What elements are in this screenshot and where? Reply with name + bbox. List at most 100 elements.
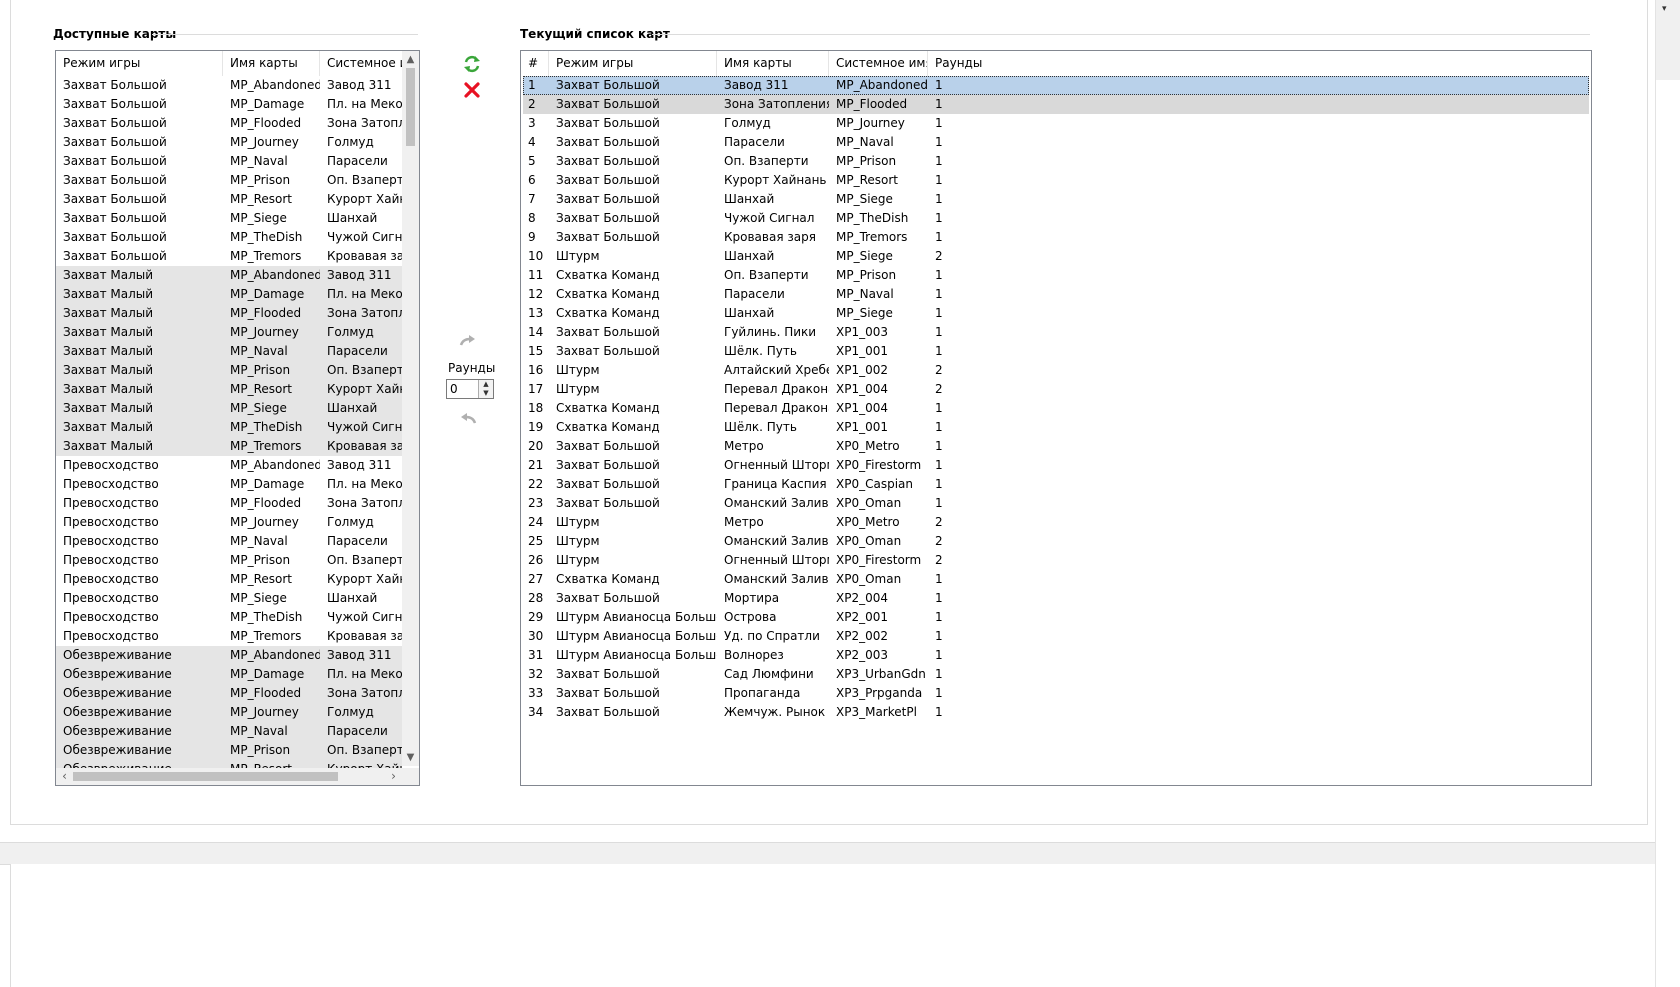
outer-scrollbar[interactable]: ▾	[1655, 0, 1680, 987]
table-row[interactable]: Захват Малый MP_TheDish Чужой Сигнал	[56, 418, 402, 437]
table-row[interactable]: Обезвреживание MP_Abandoned Завод 311	[56, 646, 402, 665]
table-row[interactable]: 29 Штурм Авианосца Большой Острова XP2_001 1	[523, 608, 1589, 627]
table-row[interactable]: 11 Схватка Команд Оп. Взаперти MP_Prison 1	[523, 266, 1589, 285]
table-row[interactable]: 27 Схватка Команд Оманский Залив XP0_Oman 1	[523, 570, 1589, 589]
table-row[interactable]: Захват Малый MP_Journey Голмуд	[56, 323, 402, 342]
table-row[interactable]: Превосходство MP_Flooded Зона Затопления	[56, 494, 402, 513]
table-row[interactable]: Захват Малый MP_Flooded Зона Затопления	[56, 304, 402, 323]
spin-down-icon[interactable]: ▼	[479, 389, 493, 398]
available-maps-horizontal-scrollbar[interactable]: ‹ ›	[56, 768, 402, 785]
column-header-index[interactable]: #	[521, 51, 549, 76]
table-row[interactable]: Захват Малый MP_Abandoned Завод 311	[56, 266, 402, 285]
table-row[interactable]: Обезвреживание MP_Flooded Зона Затопления	[56, 684, 402, 703]
table-row[interactable]: 30 Штурм Авианосца Большой Уд. по Спратли X…	[523, 627, 1589, 646]
column-header-game-mode[interactable]: Режим игры	[549, 51, 717, 76]
scroll-down-icon[interactable]: ▼	[402, 749, 419, 766]
table-row[interactable]: 26 Штурм Огненный Шторм XP0_Firestorm 2	[523, 551, 1589, 570]
table-row[interactable]: Превосходство MP_Tremors Кровавая заря	[56, 627, 402, 646]
table-row[interactable]: 10 Штурм Шанхай MP_Siege 2	[523, 247, 1589, 266]
table-row[interactable]: 12 Схватка Команд Парасели MP_Naval 1	[523, 285, 1589, 304]
table-row[interactable]: Захват Малый MP_Tremors Кровавая заря	[56, 437, 402, 456]
table-row[interactable]: 2 Захват Большой Зона Затопления MP_Flooded…	[523, 95, 1589, 114]
table-row[interactable]: Обезвреживание MP_Journey Голмуд	[56, 703, 402, 722]
table-row[interactable]: Превосходство MP_Naval Парасели	[56, 532, 402, 551]
table-row[interactable]: Превосходство MP_Damage Пл. на Меконге	[56, 475, 402, 494]
table-row[interactable]: 23 Захват Большой Оманский Залив XP0_Oman 1	[523, 494, 1589, 513]
column-header-map-name[interactable]: Имя карты	[223, 51, 320, 76]
table-row[interactable]: Захват Малый MP_Damage Пл. на Меконге	[56, 285, 402, 304]
available-maps-vertical-scrollbar[interactable]: ▲ ▼	[402, 51, 419, 766]
table-row[interactable]: 18 Схватка Команд Перевал Дракона XP1_004 1	[523, 399, 1589, 418]
table-row[interactable]: Захват Большой MP_Resort Курорт Хайнань	[56, 190, 402, 209]
table-row[interactable]: Захват Большой MP_Siege Шанхай	[56, 209, 402, 228]
table-row[interactable]: 17 Штурм Перевал Дракона XP1_004 2	[523, 380, 1589, 399]
table-row[interactable]: 20 Захват Большой Метро XP0_Metro 1	[523, 437, 1589, 456]
current-maps-list[interactable]: # Режим игры Имя карты Системное имя Рау…	[520, 50, 1592, 786]
table-row[interactable]: Захват Большой MP_Tremors Кровавая заря	[56, 247, 402, 266]
table-row[interactable]: 4 Захват Большой Парасели MP_Naval 1	[523, 133, 1589, 152]
chevron-down-icon[interactable]: ▾	[1662, 4, 1667, 14]
table-row[interactable]: Захват Малый MP_Siege Шанхай	[56, 399, 402, 418]
table-row[interactable]: 21 Захват Большой Огненный Шторм XP0_Firest…	[523, 456, 1589, 475]
delete-button[interactable]	[460, 82, 484, 104]
table-row[interactable]: Превосходство MP_TheDish Чужой Сигнал	[56, 608, 402, 627]
table-row[interactable]: 24 Штурм Метро XP0_Metro 2	[523, 513, 1589, 532]
table-row[interactable]: Захват Большой MP_Damage Пл. на Меконге	[56, 95, 402, 114]
table-row[interactable]: Превосходство MP_Resort Курорт Хайнань	[56, 570, 402, 589]
outer-scroll-thumb[interactable]	[1656, 0, 1680, 80]
table-row[interactable]: 34 Захват Большой Жемчуж. Рынок XP3_MarketP…	[523, 703, 1589, 722]
spin-up-icon[interactable]: ▲	[479, 380, 493, 389]
table-row[interactable]: Захват Малый MP_Resort Курорт Хайнань	[56, 380, 402, 399]
column-header-map-name[interactable]: Имя карты	[717, 51, 829, 76]
table-row[interactable]: 1 Захват Большой Завод 311 MP_Abandoned 1	[523, 76, 1589, 95]
table-row[interactable]: 8 Захват Большой Чужой Сигнал MP_TheDish 1	[523, 209, 1589, 228]
table-row[interactable]: Обезвреживание MP_Prison Оп. Взаперти	[56, 741, 402, 760]
table-row[interactable]: Захват Большой MP_Journey Голмуд	[56, 133, 402, 152]
rounds-value[interactable]: 0	[450, 380, 458, 398]
table-row[interactable]: Захват Большой MP_Abandoned Завод 311	[56, 76, 402, 95]
table-row[interactable]: 7 Захват Большой Шанхай MP_Siege 1	[523, 190, 1589, 209]
table-row[interactable]: Захват Большой MP_TheDish Чужой Сигнал	[56, 228, 402, 247]
remove-from-list-button[interactable]	[456, 411, 480, 433]
table-row[interactable]: 5 Захват Большой Оп. Взаперти MP_Prison 1	[523, 152, 1589, 171]
table-row[interactable]: 9 Захват Большой Кровавая заря MP_Tremors 1	[523, 228, 1589, 247]
cell-map-name: MP_Flooded	[230, 116, 302, 130]
available-maps-list[interactable]: Режим игры Имя карты Системное им Захват…	[55, 50, 420, 786]
table-row[interactable]: 3 Захват Большой Голмуд MP_Journey 1	[523, 114, 1589, 133]
table-row[interactable]: Обезвреживание MP_Naval Парасели	[56, 722, 402, 741]
table-row[interactable]: 22 Захват Большой Граница Каспия XP0_Caspia…	[523, 475, 1589, 494]
table-row[interactable]: Превосходство MP_Journey Голмуд	[56, 513, 402, 532]
table-row[interactable]: 19 Схватка Команд Шёлк. Путь XP1_001 1	[523, 418, 1589, 437]
table-row[interactable]: Захват Большой MP_Flooded Зона Затопления	[56, 114, 402, 133]
scroll-left-icon[interactable]: ‹	[56, 768, 73, 785]
column-header-system-name[interactable]: Системное им	[320, 51, 402, 76]
table-row[interactable]: Захват Большой MP_Naval Парасели	[56, 152, 402, 171]
table-row[interactable]: 33 Захват Большой Пропаганда XP3_Prpganda 1	[523, 684, 1589, 703]
table-row[interactable]: 14 Захват Большой Гуйлинь. Пики XP1_003 1	[523, 323, 1589, 342]
scroll-right-icon[interactable]: ›	[385, 768, 402, 785]
table-row[interactable]: 15 Захват Большой Шёлк. Путь XP1_001 1	[523, 342, 1589, 361]
horizontal-scroll-thumb[interactable]	[73, 772, 338, 781]
table-row[interactable]: 25 Штурм Оманский Залив XP0_Oman 2	[523, 532, 1589, 551]
refresh-button[interactable]	[460, 54, 484, 76]
table-row[interactable]: 32 Захват Большой Сад Люмфини XP3_UrbanGdn 1	[523, 665, 1589, 684]
rounds-spinner[interactable]: 0 ▲ ▼	[446, 379, 494, 399]
scroll-up-icon[interactable]: ▲	[402, 51, 419, 68]
table-row[interactable]: 31 Штурм Авианосца Большой Волнорез XP2_003…	[523, 646, 1589, 665]
table-row[interactable]: 28 Захват Большой Мортира XP2_004 1	[523, 589, 1589, 608]
add-to-list-button[interactable]	[456, 333, 480, 355]
column-header-rounds[interactable]: Раунды	[928, 51, 988, 76]
table-row[interactable]: 13 Схватка Команд Шанхай MP_Siege 1	[523, 304, 1589, 323]
table-row[interactable]: 16 Штурм Алтайский Хребет XP1_002 2	[523, 361, 1589, 380]
table-row[interactable]: Превосходство MP_Abandoned Завод 311	[56, 456, 402, 475]
table-row[interactable]: Превосходство MP_Siege Шанхай	[56, 589, 402, 608]
table-row[interactable]: Обезвреживание MP_Damage Пл. на Меконге	[56, 665, 402, 684]
table-row[interactable]: Захват Малый MP_Naval Парасели	[56, 342, 402, 361]
table-row[interactable]: Захват Большой MP_Prison Оп. Взаперти	[56, 171, 402, 190]
column-header-system-name[interactable]: Системное имя	[829, 51, 928, 76]
column-header-game-mode[interactable]: Режим игры	[56, 51, 223, 76]
table-row[interactable]: 6 Захват Большой Курорт Хайнань MP_Resort 1	[523, 171, 1589, 190]
table-row[interactable]: Захват Малый MP_Prison Оп. Взаперти	[56, 361, 402, 380]
table-row[interactable]: Превосходство MP_Prison Оп. Взаперти	[56, 551, 402, 570]
vertical-scroll-thumb[interactable]	[406, 68, 415, 146]
